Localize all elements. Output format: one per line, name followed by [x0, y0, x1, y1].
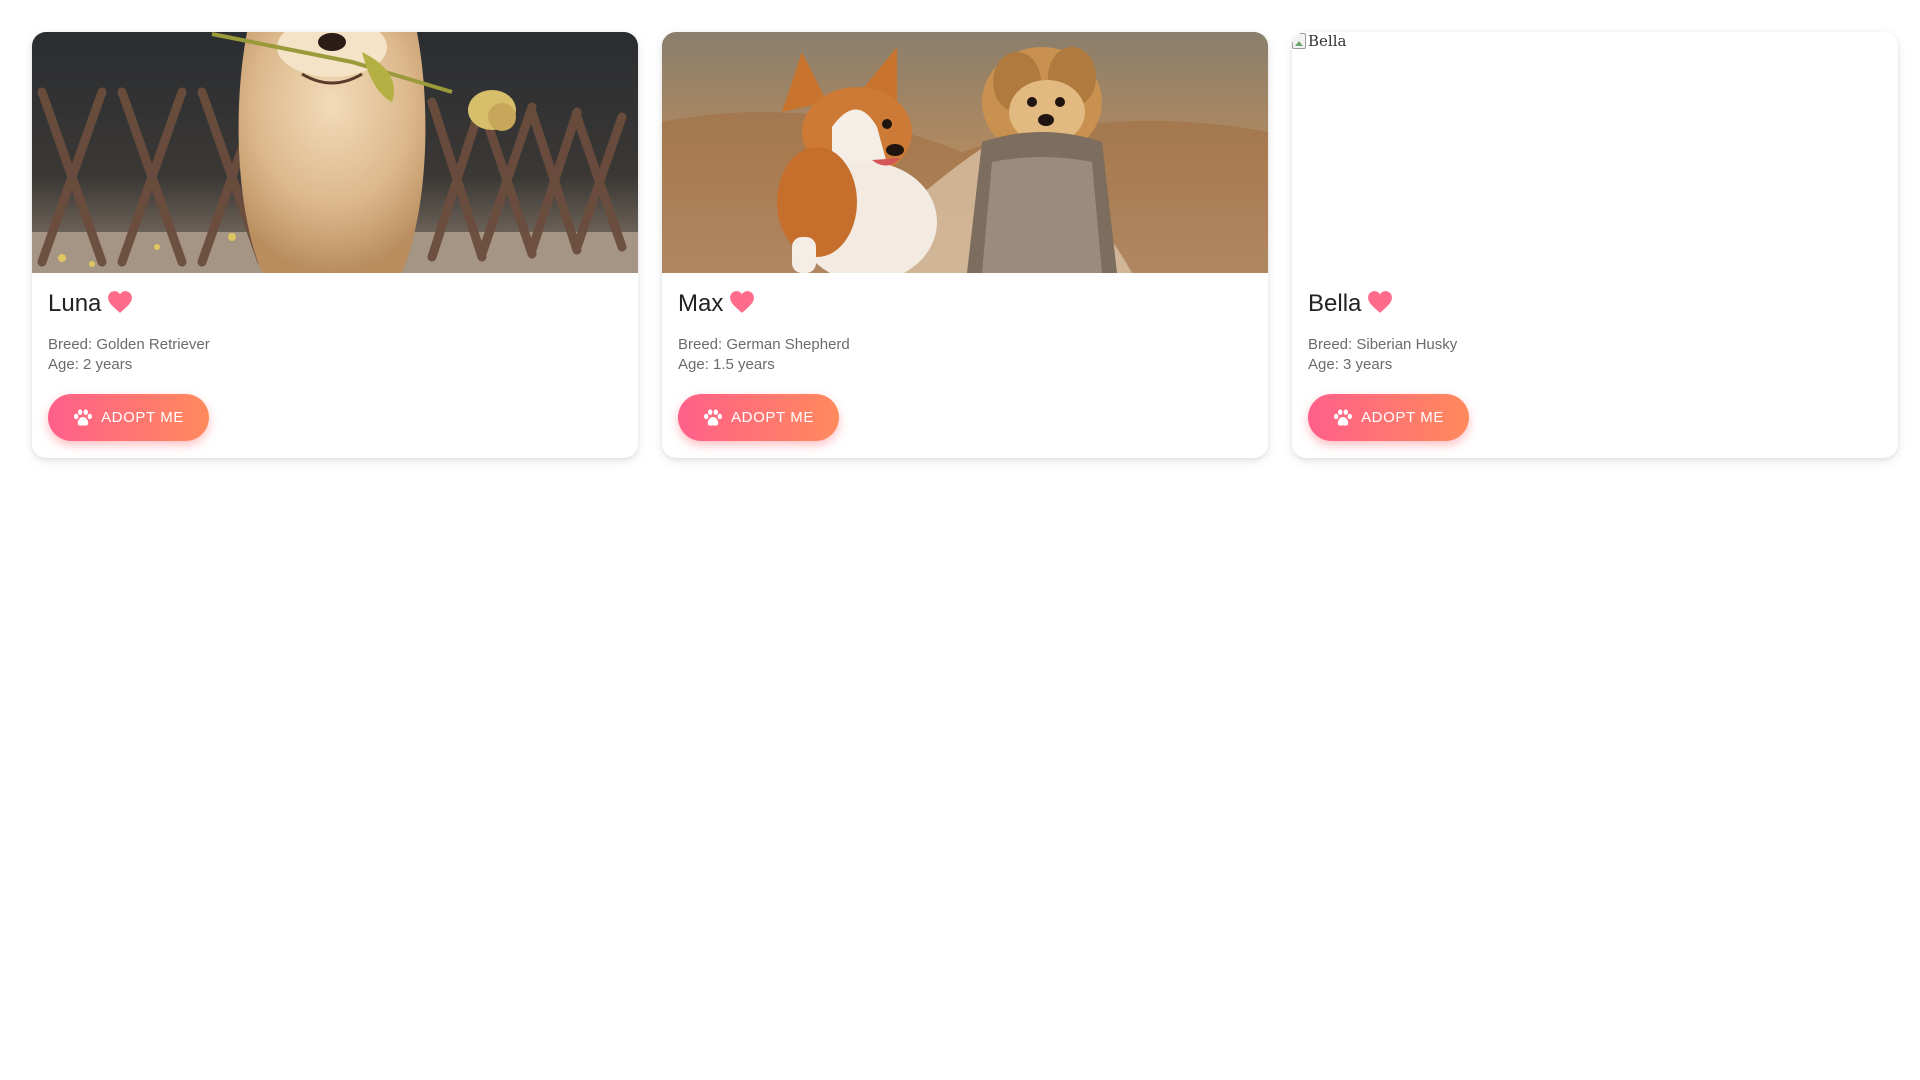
adopt-button-label: ADOPT ME — [1361, 409, 1444, 426]
pet-name: Luna — [48, 290, 102, 317]
heart-icon[interactable] — [107, 290, 133, 314]
adopt-button[interactable]: ADOPT ME — [678, 394, 839, 441]
pet-breed: Breed: German Shepherd — [678, 336, 850, 353]
image-alt-text: Bella — [1308, 32, 1347, 50]
pet-card-bella: Bella Bella Breed: Siberian Husky Age: 3… — [1292, 32, 1898, 458]
adopt-button-label: ADOPT ME — [101, 409, 184, 426]
pet-card-max: Max Breed: German Shepherd Age: 1.5 year… — [662, 32, 1268, 458]
pet-age: Age: 2 years — [48, 356, 133, 373]
adopt-button[interactable]: ADOPT ME — [48, 394, 209, 441]
pet-name: Max — [678, 290, 724, 317]
pet-photo-luna — [32, 32, 638, 273]
pet-breed: Breed: Golden Retriever — [48, 336, 210, 353]
pet-photo-bella: Bella — [1292, 32, 1898, 273]
heart-icon[interactable] — [1367, 290, 1393, 314]
paw-icon — [1334, 408, 1353, 426]
pet-age: Age: 3 years — [1308, 356, 1393, 373]
pet-card-luna: Luna Breed: Golden Retriever Age: 2 year… — [32, 32, 638, 458]
pet-card-grid: Luna Breed: Golden Retriever Age: 2 year… — [32, 32, 1898, 458]
pet-photo-max — [662, 32, 1268, 273]
pet-age: Age: 1.5 years — [678, 356, 775, 373]
adopt-button-label: ADOPT ME — [731, 409, 814, 426]
pet-name: Bella — [1308, 290, 1362, 317]
adopt-button[interactable]: ADOPT ME — [1308, 394, 1469, 441]
heart-icon[interactable] — [729, 290, 755, 314]
broken-image-icon — [1292, 33, 1306, 49]
paw-icon — [74, 408, 93, 426]
paw-icon — [704, 408, 723, 426]
pet-breed: Breed: Siberian Husky — [1308, 336, 1458, 353]
